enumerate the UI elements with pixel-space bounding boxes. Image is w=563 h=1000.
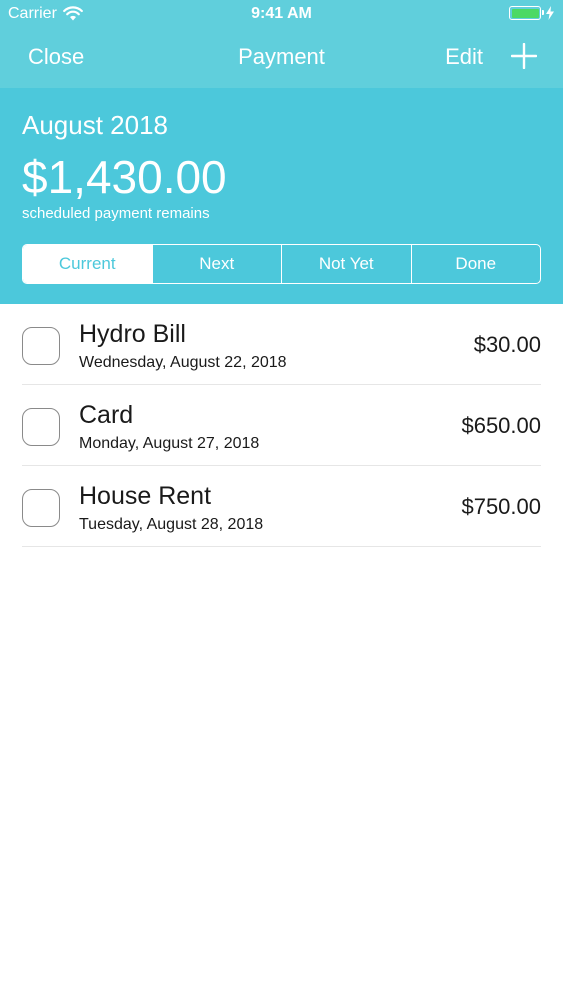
- payment-title: House Rent: [79, 482, 212, 510]
- summary-amount: $1,430.00: [22, 151, 227, 203]
- payment-row-hydro-bill[interactable]: Hydro Bill Wednesday, August 22, 2018 $3…: [22, 304, 541, 385]
- close-button[interactable]: Close: [28, 44, 84, 70]
- summary-caption: scheduled payment remains: [22, 205, 210, 222]
- battery: [509, 6, 555, 20]
- top-bar: Carrier 9:41 AM Close Payment Edit: [0, 0, 563, 88]
- payment-list: Hydro Bill Wednesday, August 22, 2018 $3…: [0, 304, 563, 547]
- tab-not-yet[interactable]: Not Yet: [281, 245, 411, 283]
- edit-button[interactable]: Edit: [445, 44, 483, 70]
- payment-date: Monday, August 27, 2018: [79, 435, 260, 452]
- filter-segmented-control: Current Next Not Yet Done: [22, 244, 541, 284]
- charging-bolt-icon: [546, 6, 554, 20]
- payment-amount: $30.00: [473, 332, 541, 357]
- battery-icon: [509, 6, 544, 20]
- plus-icon[interactable]: [511, 43, 537, 69]
- payment-row-card[interactable]: Card Monday, August 27, 2018 $650.00: [22, 385, 541, 466]
- payment-checkbox[interactable]: [22, 489, 60, 527]
- header-panel: Carrier 9:41 AM Close Payment Edit Augus…: [0, 0, 563, 304]
- payment-date: Wednesday, August 22, 2018: [79, 354, 287, 371]
- payment-date: Tuesday, August 28, 2018: [79, 516, 264, 533]
- payment-checkbox[interactable]: [22, 408, 60, 446]
- payment-checkbox[interactable]: [22, 327, 60, 365]
- payment-row-house-rent[interactable]: House Rent Tuesday, August 28, 2018 $750…: [22, 466, 541, 547]
- status-time: 9:41 AM: [251, 5, 312, 22]
- payment-amount: $750.00: [461, 494, 541, 519]
- status-bar: Carrier 9:41 AM: [0, 0, 563, 30]
- tab-current[interactable]: Current: [23, 245, 152, 283]
- payment-title: Hydro Bill: [79, 320, 186, 348]
- tab-next[interactable]: Next: [151, 245, 282, 283]
- summary-month: August 2018: [22, 110, 169, 140]
- payment-title: Card: [79, 401, 134, 429]
- tab-done[interactable]: Done: [410, 245, 541, 283]
- navigation-bar: Close Payment Edit: [0, 30, 563, 88]
- battery-level: [511, 8, 539, 18]
- payment-amount: $650.00: [461, 413, 541, 438]
